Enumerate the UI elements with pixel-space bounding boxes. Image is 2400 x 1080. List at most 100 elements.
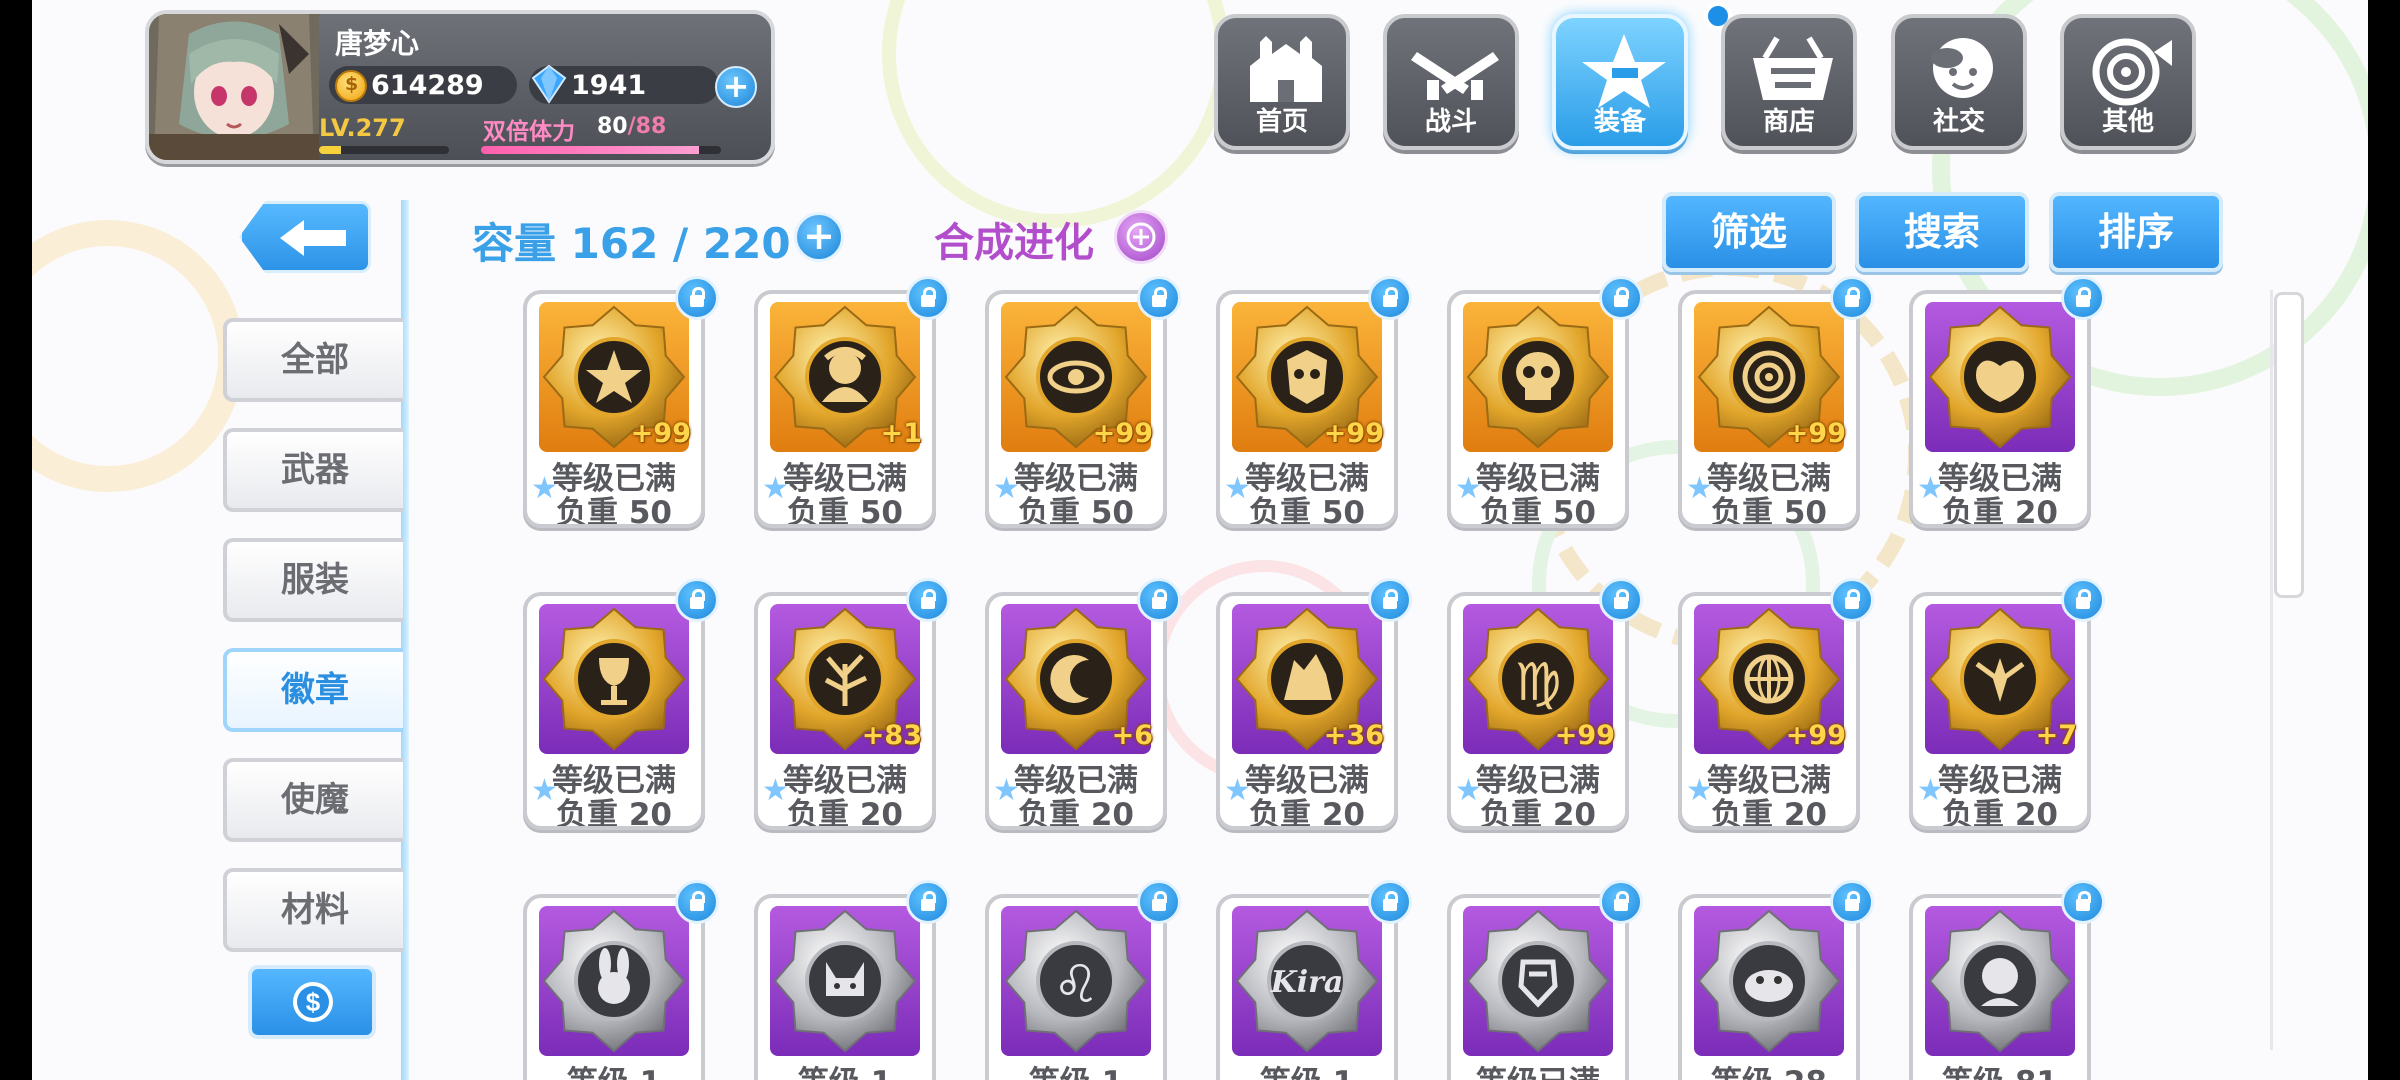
lock-icon[interactable] bbox=[1137, 880, 1181, 924]
lock-icon[interactable] bbox=[2061, 880, 2105, 924]
badge-card[interactable]: ★ +36 等级已满 负重 20 bbox=[1216, 592, 1398, 830]
badge-level-status: 等级已满 bbox=[1938, 461, 2062, 497]
badge-card[interactable]: ★ 等级已满 负重 20 bbox=[1909, 290, 2091, 528]
sidebar-category-5[interactable]: 材料 bbox=[223, 868, 403, 952]
dollar-coin-icon: $ bbox=[293, 982, 333, 1022]
sidebar-category-2[interactable]: 服装 bbox=[223, 538, 403, 622]
lock-icon[interactable] bbox=[1599, 578, 1643, 622]
lock-icon[interactable] bbox=[1137, 578, 1181, 622]
profile-panel[interactable]: 唐梦心 614289 1941 + LV.277 双倍体力 80/88 bbox=[145, 10, 775, 164]
badge-level-status: 等级已满 bbox=[1245, 461, 1369, 497]
expand-capacity-button[interactable]: + bbox=[794, 212, 844, 262]
nav-tab-0[interactable]: 首页 bbox=[1214, 14, 1350, 150]
lock-icon[interactable] bbox=[1368, 578, 1412, 622]
badge-card[interactable]: ★ +83 等级已满 负重 20 bbox=[754, 592, 936, 830]
badge-card[interactable]: ♌★等级 1 bbox=[985, 894, 1167, 1080]
capacity-label: 容量 162 / 220 bbox=[472, 219, 791, 268]
badge-level-status: 等级已满 bbox=[1014, 763, 1138, 799]
badge-plus-level: +99 bbox=[1785, 418, 1846, 449]
badge-weight: 负重 50 bbox=[556, 495, 672, 528]
nav-tab-4[interactable]: 社交 bbox=[1891, 14, 2027, 150]
sidebar-category-3[interactable]: 徽章 bbox=[223, 648, 403, 732]
badge-plus-level: +99 bbox=[1323, 418, 1384, 449]
sidebar-category-1[interactable]: 武器 bbox=[223, 428, 403, 512]
lock-icon[interactable] bbox=[1599, 276, 1643, 320]
badge-card[interactable]: ★ +99 等级已满 负重 50 bbox=[1216, 290, 1398, 528]
lock-icon[interactable] bbox=[2061, 276, 2105, 320]
badge-crest-icon bbox=[1463, 906, 1613, 1056]
synthesis-icon[interactable] bbox=[1114, 210, 1168, 264]
badge-bunny-icon bbox=[539, 906, 689, 1056]
badge-card[interactable]: ♍ ★ +99 等级已满 负重 20 bbox=[1447, 592, 1629, 830]
badge-level-status: 等级 28 bbox=[1682, 1066, 1856, 1080]
player-level: LV.277 bbox=[319, 114, 406, 142]
search-button[interactable]: 搜索 bbox=[1855, 192, 2029, 272]
badge-level-status: 等级 81 bbox=[1913, 1066, 2087, 1080]
badge-card[interactable]: ★ +99 等级已满 负重 50 bbox=[523, 290, 705, 528]
sidebar-category-4[interactable]: 使魔 bbox=[223, 758, 403, 842]
lock-icon[interactable] bbox=[1830, 880, 1874, 924]
sort-button[interactable]: 排序 bbox=[2049, 192, 2223, 272]
nav-tab-5[interactable]: 其他 bbox=[2060, 14, 2196, 150]
level-progress-bar bbox=[319, 146, 449, 154]
lock-icon[interactable] bbox=[1830, 276, 1874, 320]
badge-plus-level: +99 bbox=[630, 418, 691, 449]
nav-tab-label: 其他 bbox=[2101, 107, 2154, 137]
badge-plus-level: +6 bbox=[1111, 720, 1153, 751]
lock-icon[interactable] bbox=[906, 578, 950, 622]
badge-card[interactable]: Kira★等级 1 bbox=[1216, 894, 1398, 1080]
badge-weight: 负重 50 bbox=[1018, 495, 1134, 528]
lock-icon[interactable] bbox=[906, 276, 950, 320]
filter-button[interactable]: 筛选 bbox=[1662, 192, 1836, 272]
badge-cat-icon bbox=[770, 906, 920, 1056]
badge-weight: 负重 20 bbox=[556, 797, 672, 830]
badge-plus-level: +99 bbox=[1785, 720, 1846, 751]
badge-card[interactable]: ★ +7 等级已满 负重 20 bbox=[1909, 592, 2091, 830]
badge-card[interactable]: ★等级 1 bbox=[523, 894, 705, 1080]
lock-icon[interactable] bbox=[1830, 578, 1874, 622]
svg-text:$: $ bbox=[306, 987, 321, 1017]
lock-icon[interactable] bbox=[906, 880, 950, 924]
badge-level-status: 等级已满 bbox=[1451, 1066, 1625, 1080]
nav-tab-1[interactable]: 战斗 bbox=[1383, 14, 1519, 150]
badge-card[interactable]: ★ +1 等级已满 负重 50 bbox=[754, 290, 936, 528]
lock-icon[interactable] bbox=[1137, 276, 1181, 320]
back-button[interactable] bbox=[239, 201, 371, 273]
scrollbar-thumb[interactable] bbox=[2274, 292, 2304, 598]
badge-card[interactable]: ★ +99 等级已满 负重 50 bbox=[1678, 290, 1860, 528]
stamina-value: 80/88 bbox=[597, 114, 666, 139]
sidebar-category-0[interactable]: 全部 bbox=[223, 318, 403, 402]
badge-plus-level: +99 bbox=[1554, 720, 1615, 751]
nav-tab-label: 战斗 bbox=[1424, 107, 1477, 137]
synthesis-evolution-label[interactable]: 合成进化 bbox=[934, 210, 1094, 268]
badge-level-status: 等级已满 bbox=[783, 461, 907, 497]
lock-icon[interactable] bbox=[675, 880, 719, 924]
add-gems-button[interactable]: + bbox=[715, 66, 757, 108]
nav-tab-2[interactable]: 装备 bbox=[1552, 14, 1688, 150]
badge-level-status: 等级 1 bbox=[758, 1066, 932, 1080]
badge-card[interactable]: ★等级已满 bbox=[1447, 894, 1629, 1080]
lock-icon[interactable] bbox=[675, 578, 719, 622]
badge-level-status: 等级已满 bbox=[552, 763, 676, 799]
lock-icon[interactable] bbox=[1368, 276, 1412, 320]
nav-tab-3[interactable]: 商店 bbox=[1721, 14, 1857, 150]
lock-icon[interactable] bbox=[675, 276, 719, 320]
badge-card[interactable]: ★等级 1 bbox=[754, 894, 936, 1080]
badge-card[interactable]: ★ 等级已满 负重 20 bbox=[523, 592, 705, 830]
badge-card[interactable]: ★等级 81 bbox=[1909, 894, 2091, 1080]
badge-plus-level: +36 bbox=[1323, 720, 1384, 751]
badge-weight: 负重 50 bbox=[1249, 495, 1365, 528]
badge-card[interactable]: ★ +6 等级已满 负重 20 bbox=[985, 592, 1167, 830]
lock-icon[interactable] bbox=[2061, 578, 2105, 622]
badge-card[interactable]: ★ +99 等级已满 负重 50 bbox=[985, 290, 1167, 528]
badge-card[interactable]: ★等级 28 bbox=[1678, 894, 1860, 1080]
lock-icon[interactable] bbox=[1368, 880, 1412, 924]
badge-card[interactable]: ★ +99 等级已满 负重 20 bbox=[1678, 592, 1860, 830]
gold-coin-icon bbox=[335, 70, 367, 102]
stamina-label: 双倍体力 bbox=[483, 119, 575, 145]
background-ring bbox=[882, 0, 1230, 228]
badge-card[interactable]: ★ 等级已满 负重 50 bbox=[1447, 290, 1629, 528]
lock-icon[interactable] bbox=[1599, 880, 1643, 924]
crossed-guns-icon bbox=[1411, 52, 1499, 100]
currency-button[interactable]: $ bbox=[248, 965, 376, 1039]
